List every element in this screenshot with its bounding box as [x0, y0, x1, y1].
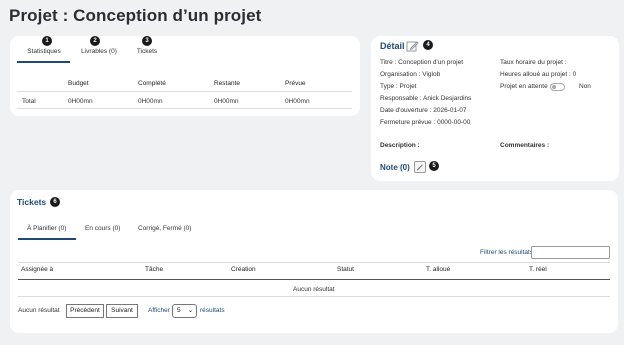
edit-icon[interactable]: [406, 40, 419, 53]
next-button[interactable]: Suivant: [106, 304, 138, 318]
empty-row-divider: [18, 296, 610, 297]
tickets-card: Tickets 6 À Planifier (0) En cours (0) C…: [10, 190, 618, 333]
active-tab-underline: [17, 61, 70, 63]
show-label: Afficher: [148, 307, 170, 314]
page-size-value: 5: [177, 307, 181, 314]
col-prevue: Prévue: [285, 80, 306, 87]
on-hold-value: Non: [579, 83, 591, 90]
tab-badge-2: 2: [90, 36, 100, 46]
field-date-ouverture: Date d'ouverture : 2026-01-07: [380, 107, 467, 114]
comments-label: Commentaires :: [500, 142, 550, 149]
tab-livrables[interactable]: Livrables (0): [76, 48, 122, 55]
col-tache[interactable]: Tâche: [145, 266, 163, 273]
table-divider: [17, 91, 352, 92]
cell-budget: 0H00mn: [68, 98, 93, 105]
previous-button[interactable]: Précédent: [66, 304, 104, 318]
pencil-icon: [416, 164, 423, 171]
filter-input[interactable]: [531, 246, 610, 259]
cell-restante: 0H00mn: [214, 98, 239, 105]
col-statut[interactable]: Statut: [337, 266, 354, 273]
field-responsable: Responsable : Anick Desjardins: [380, 95, 472, 102]
field-heures-alloue: Heures alloué au projet : 0: [500, 71, 577, 78]
field-titre: Titre : Conception d'un projet: [380, 59, 464, 66]
col-creation[interactable]: Création: [231, 266, 256, 273]
page-title: Projet : Conception d’un projet: [9, 6, 262, 25]
footer-status: Aucun résultat: [18, 307, 60, 314]
page-size-select[interactable]: 5 ⌄: [172, 304, 197, 318]
note-badge: 5: [429, 161, 439, 171]
stats-card: 1 Statistiques 2 Livrables (0) 3 Tickets…: [10, 36, 360, 116]
header-bottom-divider: [18, 279, 610, 280]
description-label: Description :: [380, 142, 420, 149]
header-top-divider: [18, 262, 610, 263]
cell-complete: 0H00mn: [138, 98, 163, 105]
detail-badge: 4: [423, 40, 433, 50]
chevron-down-icon: ⌄: [187, 308, 193, 314]
filter-label: Filtrer les résultats: [480, 249, 534, 256]
on-hold-toggle[interactable]: [550, 83, 565, 91]
tickets-badge: 6: [50, 197, 60, 207]
detail-card: Détail 4 Titre : Conception d'un projet …: [371, 36, 619, 181]
col-budget: Budget: [68, 80, 89, 87]
filter-value: [532, 255, 535, 262]
note-title: Note (0): [380, 163, 410, 172]
col-t-alloue[interactable]: T. alloué: [426, 266, 450, 273]
field-taux-horaire: Taux horaire du projet :: [500, 59, 567, 66]
row-divider: [17, 108, 352, 109]
field-fermeture: Fermeture prévue : 0000-00-00: [380, 119, 471, 126]
cell-prevue: 0H00mn: [285, 98, 310, 105]
tab-en-cours[interactable]: En cours (0): [85, 225, 120, 232]
tab-a-planifier[interactable]: À Planifier (0): [27, 225, 66, 232]
tab-statistiques[interactable]: Statistiques: [20, 48, 68, 55]
tickets-title: Tickets: [17, 197, 47, 207]
field-organisation: Organisation : Viglob: [380, 71, 441, 78]
row-label: Total: [22, 98, 36, 105]
empty-message: Aucun résultat: [293, 286, 335, 293]
col-assignee[interactable]: Assignée à: [21, 266, 53, 273]
on-hold-label: Projet en attente :: [500, 83, 552, 90]
field-type: Type : Projet: [380, 83, 417, 90]
tab-tickets[interactable]: Tickets: [134, 48, 160, 55]
note-edit-button[interactable]: [414, 161, 426, 173]
col-restante: Restante: [214, 80, 241, 87]
detail-title: Détail: [380, 41, 405, 51]
tab-badge-3: 3: [142, 36, 152, 46]
tab-badge-1: 1: [42, 36, 52, 46]
tab-corrige-ferme[interactable]: Corrigé, Fermé (0): [138, 225, 191, 232]
col-complete: Complété: [138, 80, 166, 87]
col-t-reel[interactable]: T. réel: [529, 266, 547, 273]
active-tab-underline: [18, 238, 76, 240]
results-label: résultats: [200, 307, 225, 314]
